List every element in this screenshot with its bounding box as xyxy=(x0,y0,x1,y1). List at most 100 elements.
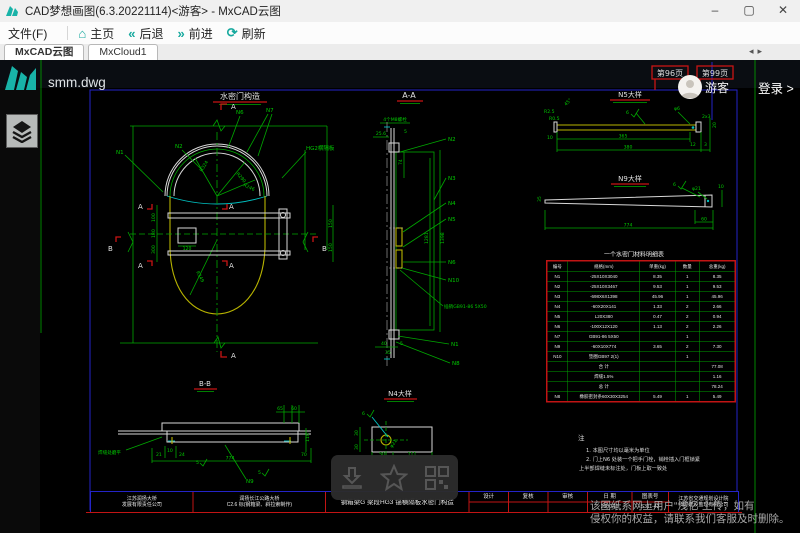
cell-qty: 2 xyxy=(675,321,699,331)
dim-label: 380 xyxy=(624,145,633,151)
dim-label: 100 xyxy=(151,213,157,222)
qrcode-icon[interactable] xyxy=(424,465,450,491)
cell-spec: 总 计 xyxy=(568,381,640,391)
table-row: N10 垫圈GB97 2(1) 1 xyxy=(547,351,736,361)
cell-total-weight: 9.53 xyxy=(699,281,735,291)
part-label: N6 xyxy=(448,260,456,266)
tab-mxcloud1[interactable]: MxCloud1 xyxy=(88,44,157,60)
page-label-left: 第96页 xyxy=(657,68,683,78)
design-cell: 设计 xyxy=(469,492,509,512)
dim-label: 10 xyxy=(547,135,553,141)
dim-label: 60 xyxy=(701,217,707,223)
dim-label: 2x3 xyxy=(702,114,711,120)
login-button[interactable]: 登录 > xyxy=(758,78,794,97)
note-label: 4个M8螺栓 xyxy=(383,116,407,123)
user-avatar[interactable] xyxy=(678,75,702,99)
table-row: 总 计 78.24 xyxy=(547,381,736,391)
cell-qty: 2 xyxy=(675,311,699,321)
layers-icon xyxy=(11,119,33,143)
minimize-button[interactable]: – xyxy=(698,0,732,22)
home-label: 主页 xyxy=(90,25,114,42)
close-button[interactable]: ✕ xyxy=(766,0,800,22)
section-mark: B xyxy=(108,245,113,253)
title-bar: CAD梦想画图(6.3.20221114)<游客> - MxCAD云图 – ▢ … xyxy=(0,0,800,23)
cell-qty: 1 xyxy=(675,291,699,301)
weld-label: 5 xyxy=(196,460,199,466)
col-header: 编号 xyxy=(547,261,568,272)
weld-label: 5 xyxy=(258,470,261,476)
part-label: N2 xyxy=(448,137,456,143)
download-icon[interactable] xyxy=(339,465,365,491)
cell-no: N7 xyxy=(547,331,568,341)
check-cell: 复核 xyxy=(509,492,549,512)
cell-qty: 1 xyxy=(675,391,699,402)
part-label: N10 xyxy=(448,278,460,284)
menu-separator xyxy=(67,26,68,40)
material-table: 一个水密门材料明细表 编号 规格(mm) 单重(kg) 数量 总重(kg) N1… xyxy=(546,250,736,403)
dim-label: 60 xyxy=(291,406,297,412)
forward-button[interactable]: » 前进 xyxy=(177,25,212,42)
home-icon: ⌂ xyxy=(78,26,86,41)
floating-toolbar xyxy=(331,455,458,500)
table-row: N6 -100X12X120 1.13 2 2.26 xyxy=(547,321,736,331)
tab-next-icon[interactable]: ▸ xyxy=(757,46,766,56)
back-button[interactable]: « 后退 xyxy=(128,25,163,42)
col-header: 总重(kg) xyxy=(699,261,735,272)
company-cell: 江苏润扬大桥 发展有限责任公司 xyxy=(91,492,194,512)
favorite-star-icon[interactable] xyxy=(380,464,408,492)
dim-label: 180 xyxy=(151,229,157,238)
main-view: 水密门构造 A R324 R290 R246 xyxy=(108,91,335,360)
view-title: N4大样 xyxy=(388,389,412,398)
dim-label: 110 xyxy=(305,433,311,442)
cell-spec: GB91-86 5X50 xyxy=(568,331,640,341)
cell-no: N9 xyxy=(547,341,568,351)
dim-label: 65 xyxy=(277,406,283,412)
cell-qty: 1 xyxy=(675,351,699,361)
cell-spec: 合 计 xyxy=(568,361,640,371)
dim-label: 1281 xyxy=(424,232,430,244)
file-menu[interactable]: 文件(F) xyxy=(8,25,47,42)
back-label: 后退 xyxy=(139,25,163,42)
refresh-button[interactable]: ⟳ 刷新 xyxy=(227,25,266,42)
cell-unit-weight: 1.33 xyxy=(640,301,675,311)
forward-label: 前进 xyxy=(189,25,213,42)
dim-label: 74 xyxy=(398,159,404,165)
dim-label: 774 xyxy=(624,223,633,229)
weld-label: 6 xyxy=(626,110,629,116)
dim-label: 70 xyxy=(301,452,307,458)
dim-label: R0.5 xyxy=(549,116,560,122)
layers-button[interactable] xyxy=(6,114,38,148)
forward-icon: » xyxy=(177,26,184,41)
cell-spec: 橡胶密封条60X30X3254 xyxy=(568,391,640,402)
table-row: N7 GB91-86 5X50 1 xyxy=(547,331,736,341)
weld-label: 6 xyxy=(362,411,365,417)
watermark-text: 该图纸系网上用户“浅忆”上传，如有 侵权你的权益，请联系我们客服及时删除。 xyxy=(590,500,800,526)
cell-no: N4 xyxy=(547,301,568,311)
view-title: N5大样 xyxy=(618,90,642,99)
home-button[interactable]: ⌂ 主页 xyxy=(78,25,114,42)
notes-heading: 注 xyxy=(578,433,585,442)
cell-qty: 2 xyxy=(675,301,699,311)
cell-no xyxy=(547,361,568,371)
part-label: N3 xyxy=(448,176,456,182)
n9-detail-view: N9大样 6 φ21 10 60 774 35 xyxy=(537,174,724,230)
cell-unit-weight: 45.96 xyxy=(640,291,675,301)
dim-label: 25.6 xyxy=(376,131,386,137)
cell-spec: -698X6X1398 xyxy=(568,291,640,301)
dim-label: 120 xyxy=(183,246,192,252)
note-line: 2. 门上N6 处装一个把手门栓，销栓插入门框锁紧 xyxy=(586,455,700,463)
cell-unit-weight: 5.49 xyxy=(640,391,675,402)
watermark-line2: 侵权你的权益，请联系我们客服及时删除。 xyxy=(590,513,800,526)
cell-total-weight: 8.35 xyxy=(699,271,735,281)
cell-no: N1 xyxy=(547,271,568,281)
part-label: N5 xyxy=(448,217,456,223)
dim-label: 21 xyxy=(156,452,162,458)
check-label: 复核 xyxy=(509,492,548,503)
cell-spec: 垫圈GB97 2(1) xyxy=(568,351,640,361)
part-label: N1 xyxy=(116,150,124,156)
cell-no xyxy=(547,381,568,391)
maximize-button[interactable]: ▢ xyxy=(732,0,766,22)
tab-mxcad[interactable]: MxCAD云图 xyxy=(4,44,84,60)
section-mark: A xyxy=(229,203,234,211)
tab-scroll-arrows[interactable]: ◂▸ xyxy=(749,46,766,57)
